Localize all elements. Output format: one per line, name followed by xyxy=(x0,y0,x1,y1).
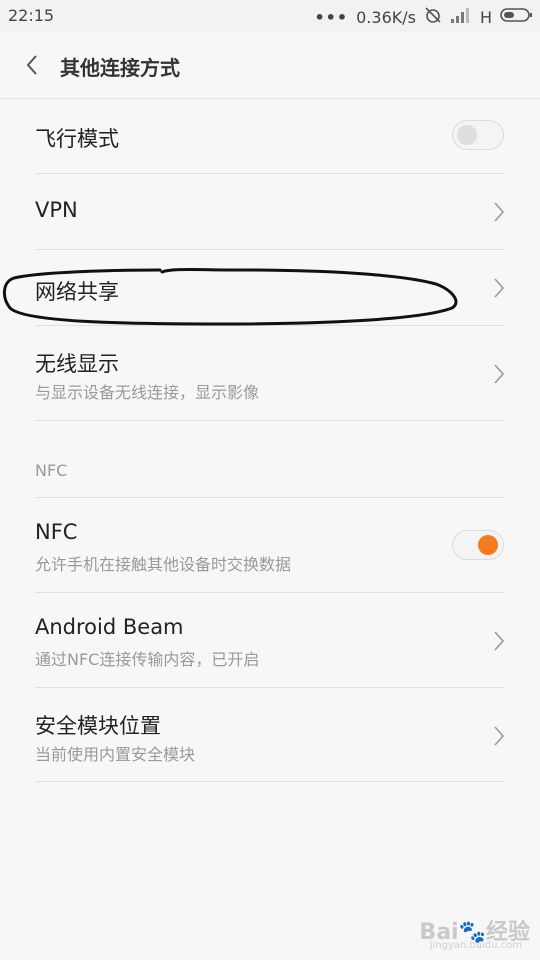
android-beam-row[interactable]: Android Beam 通过NFC连接传输内容，已开启 xyxy=(0,593,540,688)
status-right-group: ••• 0.36K/s H xyxy=(314,6,534,28)
secure-element-label: 安全模块位置 xyxy=(35,714,161,738)
nfc-row[interactable]: NFC 允许手机在接触其他设备时交换数据 xyxy=(0,498,540,593)
status-time: 22:15 xyxy=(8,6,55,25)
airplane-mode-label: 飞行模式 xyxy=(35,127,119,151)
chevron-right-icon xyxy=(494,364,505,384)
alarm-off-icon xyxy=(424,6,442,28)
toggle-knob xyxy=(457,125,477,145)
more-dots: ••• xyxy=(314,7,349,27)
back-button[interactable] xyxy=(18,50,48,80)
android-beam-label: Android Beam xyxy=(35,615,184,639)
chevron-right-icon xyxy=(494,278,505,298)
chevron-right-icon xyxy=(494,631,505,651)
vpn-label: VPN xyxy=(35,198,78,222)
chevron-left-icon xyxy=(26,55,37,75)
network-speed: 0.36K/s xyxy=(356,7,416,27)
section-header-nfc: NFC xyxy=(35,461,68,480)
page-title: 其他连接方式 xyxy=(60,56,180,80)
nfc-toggle[interactable] xyxy=(452,530,504,560)
battery-icon xyxy=(500,7,534,27)
secure-element-subtitle: 当前使用内置安全模块 xyxy=(35,745,196,764)
tethering-label: 网络共享 xyxy=(35,280,119,304)
chevron-right-icon xyxy=(494,726,505,746)
app-header: 其他连接方式 xyxy=(0,32,540,99)
divider xyxy=(35,781,505,782)
status-bar: 22:15 ••• 0.36K/s H xyxy=(0,0,540,32)
nfc-label: NFC xyxy=(35,520,78,544)
android-beam-subtitle: 通过NFC连接传输内容，已开启 xyxy=(35,650,260,669)
nfc-subtitle: 允许手机在接触其他设备时交换数据 xyxy=(35,555,292,574)
toggle-knob xyxy=(478,535,498,555)
signal-icon xyxy=(450,7,472,27)
secure-element-row[interactable]: 安全模块位置 当前使用内置安全模块 xyxy=(0,688,540,782)
wireless-display-row[interactable]: 无线显示 与显示设备无线连接，显示影像 xyxy=(0,326,540,421)
airplane-mode-toggle[interactable] xyxy=(452,120,504,150)
chevron-right-icon xyxy=(494,202,505,222)
network-type: H xyxy=(479,7,492,27)
tethering-row[interactable]: 网络共享 xyxy=(0,250,540,326)
wireless-display-subtitle: 与显示设备无线连接，显示影像 xyxy=(35,383,260,402)
nfc-section: NFC xyxy=(0,421,540,498)
wireless-display-label: 无线显示 xyxy=(35,352,119,376)
watermark-url: jingyan.baidu.com xyxy=(429,940,522,951)
airplane-mode-row[interactable]: 飞行模式 xyxy=(0,99,540,174)
baidu-watermark: Bai🐾经验 jingyan.baidu.com xyxy=(419,914,530,951)
vpn-row[interactable]: VPN xyxy=(0,174,540,250)
